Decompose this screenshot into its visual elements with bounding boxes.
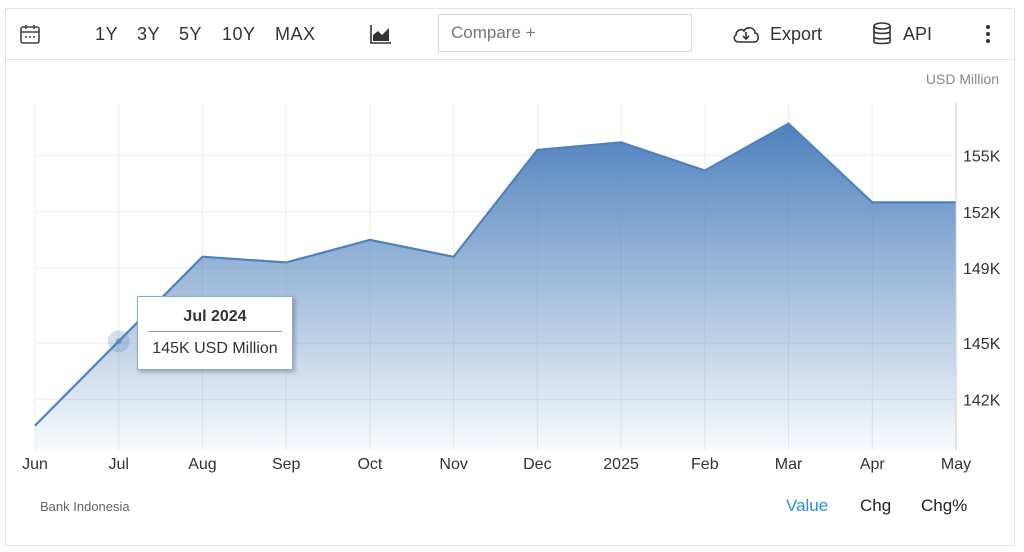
x-tick-label: Jun [22, 456, 48, 473]
hover-point[interactable] [115, 338, 122, 345]
mode-chg-button[interactable]: Chg [860, 496, 891, 516]
mode-value-button[interactable]: Value [786, 496, 828, 516]
y-tick-label: 152K [963, 205, 1001, 222]
x-tick-label: Jul [109, 456, 129, 473]
x-tick-label: Dec [523, 456, 551, 473]
data-tooltip: Jul 2024 145K USD Million [137, 296, 293, 370]
x-tick-label: May [941, 456, 971, 473]
area-chart: Jun Jul Aug Sep Oct Nov Dec 2025 Feb Mar Apr May 142… [22, 103, 1001, 473]
x-tick-label: 2025 [603, 456, 639, 473]
tooltip-divider [148, 331, 282, 332]
y-tick-label: 142K [963, 392, 1001, 409]
x-tick-label: Apr [860, 456, 886, 473]
x-tick-label: Sep [272, 456, 301, 473]
y-tick-label: 145K [963, 336, 1001, 353]
y-tick-label: 155K [963, 149, 1001, 166]
x-tick-label: Feb [691, 456, 719, 473]
x-tick-label: Aug [188, 456, 216, 473]
data-source: Bank Indonesia [40, 499, 130, 514]
tooltip-title: Jul 2024 [183, 308, 247, 325]
y-tick-label: 149K [963, 261, 1001, 278]
x-tick-label: Nov [439, 456, 467, 473]
tooltip-value: 145K USD Million [152, 340, 278, 357]
mode-chg-pct-button[interactable]: Chg% [921, 496, 967, 516]
x-tick-label: Oct [357, 456, 382, 473]
x-tick-label: Mar [775, 456, 803, 473]
